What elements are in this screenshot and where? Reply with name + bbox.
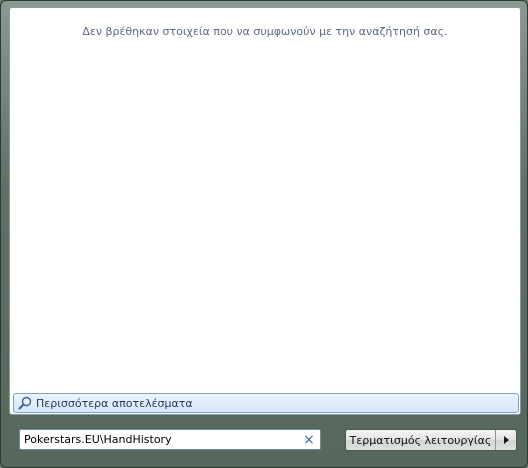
no-results-message: Δεν βρέθηκαν στοιχεία που να συμφωνούν μ… bbox=[82, 25, 448, 38]
chevron-right-icon bbox=[503, 436, 509, 444]
search-input[interactable] bbox=[20, 430, 300, 449]
close-icon[interactable]: × bbox=[300, 430, 318, 449]
more-results-label: Περισσότερα αποτελέσματα bbox=[36, 396, 193, 410]
search-results-panel: Δεν βρέθηκαν στοιχεία που να συμφωνούν μ… bbox=[9, 7, 521, 415]
search-field[interactable]: × bbox=[19, 429, 321, 450]
more-results-link[interactable]: Περισσότερα αποτελέσματα bbox=[13, 393, 519, 413]
shutdown-options-button[interactable] bbox=[496, 430, 516, 450]
start-menu-frame: Δεν βρέθηκαν στοιχεία που να συμφωνούν μ… bbox=[0, 0, 528, 468]
shutdown-button[interactable]: Τερματισμός λειτουργίας bbox=[346, 430, 496, 450]
power-buttons: Τερματισμός λειτουργίας bbox=[345, 429, 517, 451]
search-icon bbox=[18, 396, 32, 410]
